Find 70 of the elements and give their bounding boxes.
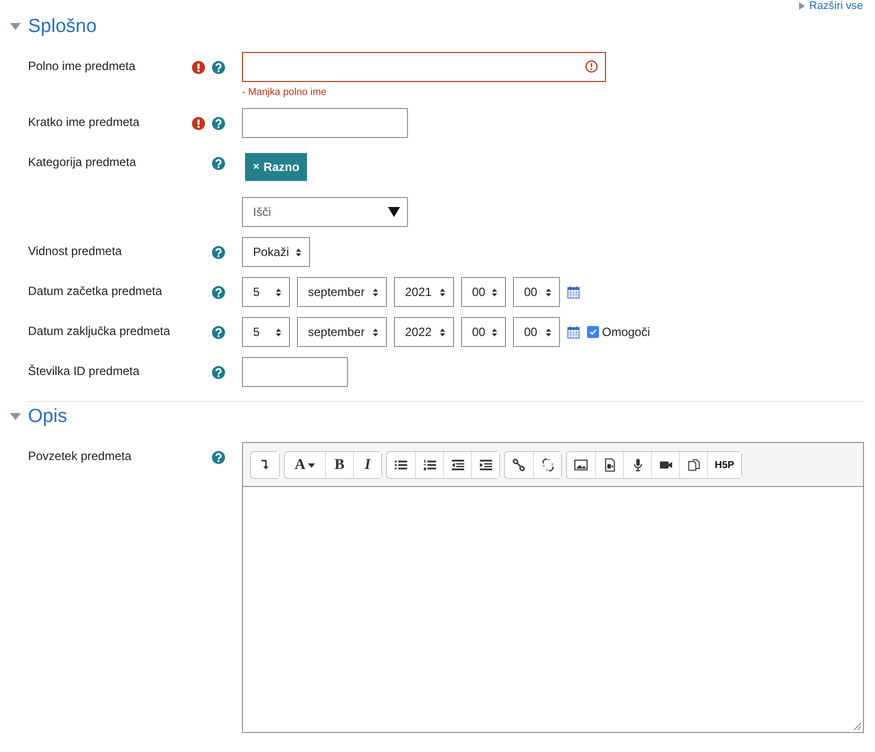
media-icon [602, 458, 616, 472]
checkbox[interactable] [587, 326, 599, 338]
unlink-button[interactable] [533, 452, 561, 478]
dropdown-icon [388, 207, 400, 217]
files-icon [686, 458, 700, 472]
date-select[interactable]: 5 [242, 317, 290, 347]
sort-icon [439, 328, 446, 336]
field-label: Kratko ime predmeta [28, 114, 140, 129]
numbers-icon [422, 458, 436, 472]
date-select[interactable]: 5 [242, 277, 290, 307]
outdent-icon [450, 458, 464, 472]
sort-icon [439, 288, 446, 296]
field-label: Številka ID predmeta [28, 363, 140, 378]
expand-all-link[interactable]: Razširi vse [799, 0, 863, 12]
unlink-icon [540, 458, 554, 472]
help-icon [212, 116, 225, 130]
field-label: Kategorija predmeta [28, 154, 138, 169]
text-field[interactable] [242, 52, 606, 82]
section-title[interactable]: Opis [28, 406, 68, 428]
indent-icon [478, 458, 492, 472]
section-title[interactable]: Splošno [28, 16, 97, 38]
checkmark-icon [589, 328, 597, 336]
help-icon [212, 450, 225, 464]
date-select[interactable]: september [297, 277, 387, 307]
caret-icon [308, 462, 316, 468]
sort-icon [545, 288, 552, 296]
link-icon [512, 458, 526, 472]
help-icon [212, 246, 225, 258]
indent-button[interactable] [471, 452, 499, 478]
text-field[interactable] [242, 108, 408, 138]
caret-icon [799, 2, 806, 10]
checkbox-label: Omogoči [602, 325, 650, 339]
field-label: Datum zaključka predmeta [28, 323, 172, 338]
h5p-button[interactable]: H5P [707, 452, 741, 478]
sort-icon [275, 328, 282, 336]
visibility-select[interactable]: Pokaži [242, 237, 310, 267]
calendar-icon [567, 325, 580, 339]
help-icon [212, 326, 225, 338]
error-icon [585, 60, 598, 73]
date-select[interactable]: 2021 [394, 277, 454, 307]
help-icon [212, 286, 225, 298]
field-label: Polno ime predmeta [28, 58, 136, 73]
date-select[interactable]: 2022 [394, 317, 454, 347]
help-icon [212, 156, 225, 170]
category-tag[interactable]: × Razno [245, 153, 308, 181]
search-field[interactable]: Išči [242, 197, 408, 227]
date-select[interactable]: 00 [461, 277, 506, 307]
sort-icon [275, 288, 282, 296]
calendar-icon [567, 285, 580, 299]
field-label: Datum začetka predmeta [28, 283, 164, 298]
error-message: - Manjka polno ime [242, 87, 326, 98]
date-select[interactable]: 00 [513, 317, 560, 347]
sort-icon [372, 288, 379, 296]
sort-icon [491, 288, 498, 296]
help-icon [212, 366, 225, 378]
date-select[interactable]: 00 [513, 277, 560, 307]
bullets-icon [394, 458, 408, 472]
text-field[interactable] [242, 357, 348, 387]
sort-icon [491, 328, 498, 336]
date-select[interactable]: september [297, 317, 387, 347]
image-icon [574, 458, 588, 472]
italic-button[interactable]: I [353, 452, 381, 478]
field-label: Povzetek predmeta [28, 448, 132, 463]
sort-icon [295, 248, 302, 256]
field-label: Vidnost predmeta [28, 243, 123, 258]
sort-icon [545, 328, 552, 336]
resize-handle-icon [853, 722, 862, 731]
date-select[interactable]: 00 [461, 317, 506, 347]
help-icon [212, 60, 225, 74]
sort-icon [372, 328, 379, 336]
